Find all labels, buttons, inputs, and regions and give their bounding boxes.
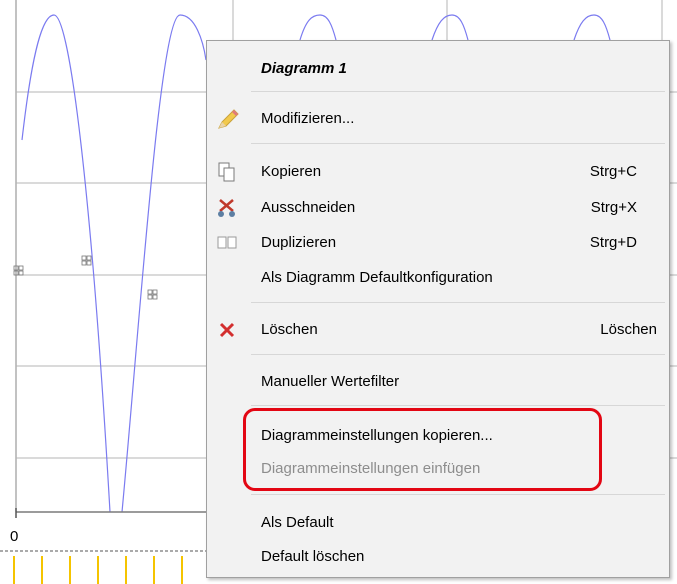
copy-icon [215, 160, 241, 184]
scissors-icon [215, 196, 241, 220]
highlight-annotation [243, 408, 602, 491]
menu-separator [251, 302, 665, 303]
cut-shortcut: Strg+X [590, 199, 637, 216]
menu-item-cut[interactable]: Ausschneiden Strg+X [207, 193, 669, 223]
menu-title-label: Diagramm 1 [261, 60, 347, 77]
as-default-label: Als Default [261, 514, 334, 531]
delete-default-label: Default löschen [261, 548, 365, 565]
menu-separator [251, 354, 665, 355]
menu-item-manual-filter[interactable]: Manueller Wertefilter [207, 367, 669, 397]
delete-label: Löschen [261, 321, 318, 338]
curve-marker[interactable] [147, 289, 158, 300]
menu-item-copy[interactable]: Kopieren Strg+C [207, 157, 669, 187]
delete-x-icon [215, 318, 241, 342]
copy-shortcut: Strg+C [589, 163, 637, 180]
yellow-ticks [13, 556, 183, 584]
menu-separator [251, 494, 665, 495]
duplicate-icon [215, 231, 241, 255]
menu-item-default-config[interactable]: Als Diagramm Defaultkonfiguration [207, 263, 669, 293]
x-axis-zero-label: 0 [10, 528, 19, 545]
menu-item-delete-default[interactable]: Default löschen [207, 542, 669, 572]
context-menu: Diagramm 1 Modifizieren... Kopieren Strg… [206, 40, 670, 578]
menu-item-as-default[interactable]: Als Default [207, 508, 669, 538]
pencil-icon [215, 107, 241, 131]
duplicate-shortcut: Strg+D [589, 234, 637, 251]
modify-label: Modifizieren... [261, 110, 355, 127]
delete-shortcut: Löschen [600, 321, 657, 338]
menu-separator [251, 91, 665, 92]
cut-label: Ausschneiden [261, 199, 356, 216]
menu-title: Diagramm 1 [207, 54, 669, 84]
manual-filter-label: Manueller Wertefilter [261, 373, 400, 390]
duplicate-label: Duplizieren [261, 234, 337, 251]
menu-separator [251, 405, 665, 406]
curve-marker[interactable] [13, 265, 24, 276]
menu-item-duplicate[interactable]: Duplizieren Strg+D [207, 228, 669, 258]
copy-label: Kopieren [261, 163, 322, 180]
curve-marker[interactable] [81, 255, 92, 266]
default-config-label: Als Diagramm Defaultkonfiguration [261, 269, 493, 286]
menu-separator [251, 143, 665, 144]
menu-item-modify[interactable]: Modifizieren... [207, 104, 669, 134]
menu-item-delete[interactable]: Löschen Löschen [207, 315, 669, 345]
